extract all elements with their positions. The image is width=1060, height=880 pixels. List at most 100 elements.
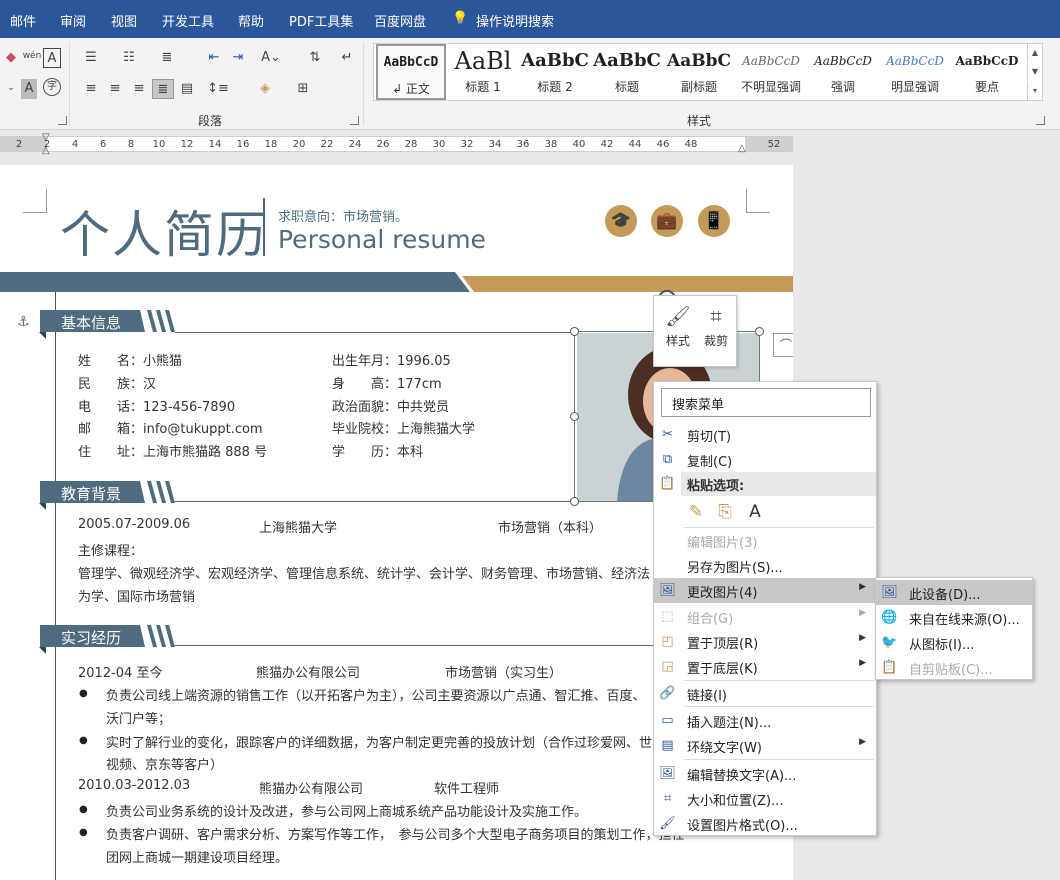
gallery-more-icon[interactable]: ▾ (1027, 82, 1042, 100)
resize-handle[interactable] (570, 327, 579, 336)
numbering-icon[interactable]: ☷ (118, 48, 140, 68)
tab-mailings[interactable]: 邮件 (10, 11, 36, 30)
tab-view[interactable]: 视图 (111, 11, 137, 30)
gallery-up-icon[interactable]: ▲ (1027, 44, 1042, 62)
multilevel-list-icon[interactable]: ≣ (156, 48, 178, 68)
layout-options-icon[interactable]: ⌒ (773, 333, 793, 357)
menu-item-wrap-text[interactable]: ▤ 环绕文字(W) ▶ (654, 733, 876, 758)
resize-handle[interactable] (570, 497, 579, 506)
ruler-number: 8 (127, 139, 135, 150)
send-to-back-icon: ◲ (661, 659, 674, 674)
bullets-icon[interactable]: ☰ (80, 48, 102, 68)
menu-item-copy[interactable]: ⧉ 复制(C) (654, 447, 876, 472)
menu-item-label: 置于底层(K) (687, 662, 758, 677)
styles-dialog-launcher[interactable] (1036, 116, 1045, 125)
dropdown-chevron-icon[interactable]: ⌄ (0, 78, 22, 98)
resize-handle[interactable] (570, 412, 579, 421)
clipboard-icon: 📋 (881, 660, 898, 675)
style-title[interactable]: AaBbC 标题 (592, 44, 662, 100)
menu-item-format-picture[interactable]: 🖌 设置图片格式(O)... (654, 811, 876, 836)
submenu-item-label: 从图标(I)... (909, 638, 975, 653)
menu-item-edit-alt-text[interactable]: 🖼 编辑替换文字(A)... (654, 761, 876, 786)
align-left-icon[interactable]: ≡ (80, 79, 102, 99)
menu-item-link[interactable]: 🔗 链接(I) (654, 681, 876, 706)
paste-keep-source-icon[interactable]: ✎ (684, 499, 708, 525)
job1-company: 熊猫办公有限公司 (256, 666, 361, 681)
distributed-icon[interactable]: ▤ (176, 79, 198, 99)
crop-button[interactable]: ⌗ 裁剪 (696, 300, 736, 349)
info-school: 毕业院校：上海熊猫大学 (332, 422, 476, 437)
enclose-char-icon[interactable]: 字 (43, 78, 61, 96)
menu-item-change-picture[interactable]: 🖼 更改图片(4) ▶ (654, 578, 876, 603)
font-dialog-launcher[interactable] (58, 116, 67, 125)
align-right-icon[interactable]: ≡ (128, 79, 150, 99)
tab-baidu-netdisk[interactable]: 百度网盘 (374, 11, 426, 30)
edu-courses-label: 主修课程： (78, 544, 144, 559)
menu-item-send-to-back[interactable]: ◲ 置于底层(K) ▶ (654, 654, 876, 679)
phonetic-guide-icon[interactable]: wén (21, 46, 43, 66)
style-heading-1[interactable]: AaBl 标题 1 (448, 44, 518, 100)
align-center-icon[interactable]: ≡ (104, 79, 126, 99)
ruler-number: 36 (516, 139, 530, 150)
submenu-item-from-icons[interactable]: 🐦 从图标(I)... (876, 630, 1032, 655)
resize-handle[interactable] (755, 327, 764, 336)
increase-indent-icon[interactable]: ⇥ (227, 48, 249, 68)
ribbon: ◆ wén A ⌄ A 字 ☰ ☷ ≣ ⇤ ⇥ A⌄ ⇅ ↵ ≡ ≡ ≡ ≣ ▤… (0, 38, 1060, 130)
decrease-indent-icon[interactable]: ⇤ (203, 48, 225, 68)
style-subtle-emphasis[interactable]: AaBbCcD 不明显强调 (736, 44, 806, 100)
title-divider (263, 198, 265, 256)
submenu-item-this-device[interactable]: 🖼 此设备(D)... (876, 580, 1032, 605)
menu-item-size-position[interactable]: ⌗ 大小和位置(Z)... (654, 786, 876, 811)
submenu-item-online[interactable]: 🌐 来自在线来源(O)... (876, 605, 1032, 630)
chinese-layout-icon[interactable]: A⌄ (260, 48, 282, 68)
tab-help[interactable]: 帮助 (238, 11, 264, 30)
justify-icon[interactable]: ≣ (152, 79, 174, 99)
menu-item-save-as-picture[interactable]: 另存为图片(S)... (654, 553, 876, 578)
submenu-arrow-icon: ▶ (859, 737, 866, 747)
tell-me-search[interactable]: 操作说明搜索 (476, 11, 554, 30)
menu-search-input[interactable]: 搜索菜单 (661, 388, 871, 417)
shading-bucket-icon[interactable]: ◈ (254, 79, 276, 99)
tab-developer[interactable]: 开发工具 (162, 11, 214, 30)
paragraph-dialog-launcher[interactable] (350, 116, 359, 125)
char-shading-icon[interactable]: A (21, 79, 37, 99)
horizontal-ruler[interactable]: 2 2 4 6 8 10 12 14 16 18 20 22 24 26 28 30 32 34 36 38 40 42 4… (0, 130, 1060, 158)
tab-pdf-tools[interactable]: PDF工具集 (289, 11, 353, 30)
right-indent-marker[interactable]: △ (738, 143, 746, 154)
style-name: 标题 2 (537, 80, 573, 94)
style-name: 要点 (974, 80, 999, 94)
bring-to-front-icon: ◰ (661, 634, 674, 649)
style-strong[interactable]: AaBbCcD 要点 (952, 44, 1022, 100)
style-emphasis[interactable]: AaBbCcD 强调 (808, 44, 878, 100)
style-intense-emphasis[interactable]: AaBbCcD 明显强调 (880, 44, 950, 100)
line-spacing-icon[interactable]: ↕≡ (207, 79, 229, 99)
ruler-number: 26 (376, 139, 390, 150)
job1-title: 市场营销（实习生） (445, 666, 563, 681)
ruler-bar (0, 136, 793, 152)
bullet-dot: ● (79, 688, 88, 699)
hanging-indent-marker[interactable]: △ (42, 145, 50, 156)
picture-style-button[interactable]: 🖌 样式 (658, 300, 698, 349)
menu-item-cut[interactable]: ✂ 剪切(T) (654, 422, 876, 447)
style-heading-2[interactable]: AaBbC 标题 2 (520, 44, 590, 100)
char-border-icon[interactable]: A (43, 48, 61, 68)
menu-item-insert-caption[interactable]: ▭ 插入题注(N)... (654, 708, 876, 733)
menu-item-bring-to-front[interactable]: ◰ 置于顶层(R) ▶ (654, 629, 876, 654)
borders-icon[interactable]: ⊞ (292, 79, 314, 99)
first-line-indent-marker[interactable]: ▽ (42, 132, 50, 143)
submenu-item-label: 来自在线来源(O)... (909, 613, 1020, 628)
paste-text-only-icon[interactable]: A (743, 499, 767, 525)
style-name: 标题 1 (465, 80, 501, 94)
style-subtitle[interactable]: AaBbC 副标题 (664, 44, 734, 100)
menu-item-label: 更改图片(4) (687, 586, 758, 601)
eraser-icon[interactable]: ◆ (0, 48, 22, 68)
paste-picture-icon[interactable]: ⎘ (713, 499, 737, 525)
tab-review[interactable]: 审阅 (60, 11, 86, 30)
submenu-item-clipboard: 📋 自剪贴板(C)... (876, 655, 1032, 680)
gallery-down-icon[interactable]: ▼ (1027, 63, 1042, 81)
sort-icon[interactable]: ⇅ (304, 48, 326, 68)
style-normal[interactable]: AaBbCcD ↲ 正文 (376, 44, 446, 100)
show-marks-icon[interactable]: ↵ (336, 48, 358, 68)
ruler-number: 6 (99, 139, 107, 150)
ruler-number: 32 (460, 139, 474, 150)
